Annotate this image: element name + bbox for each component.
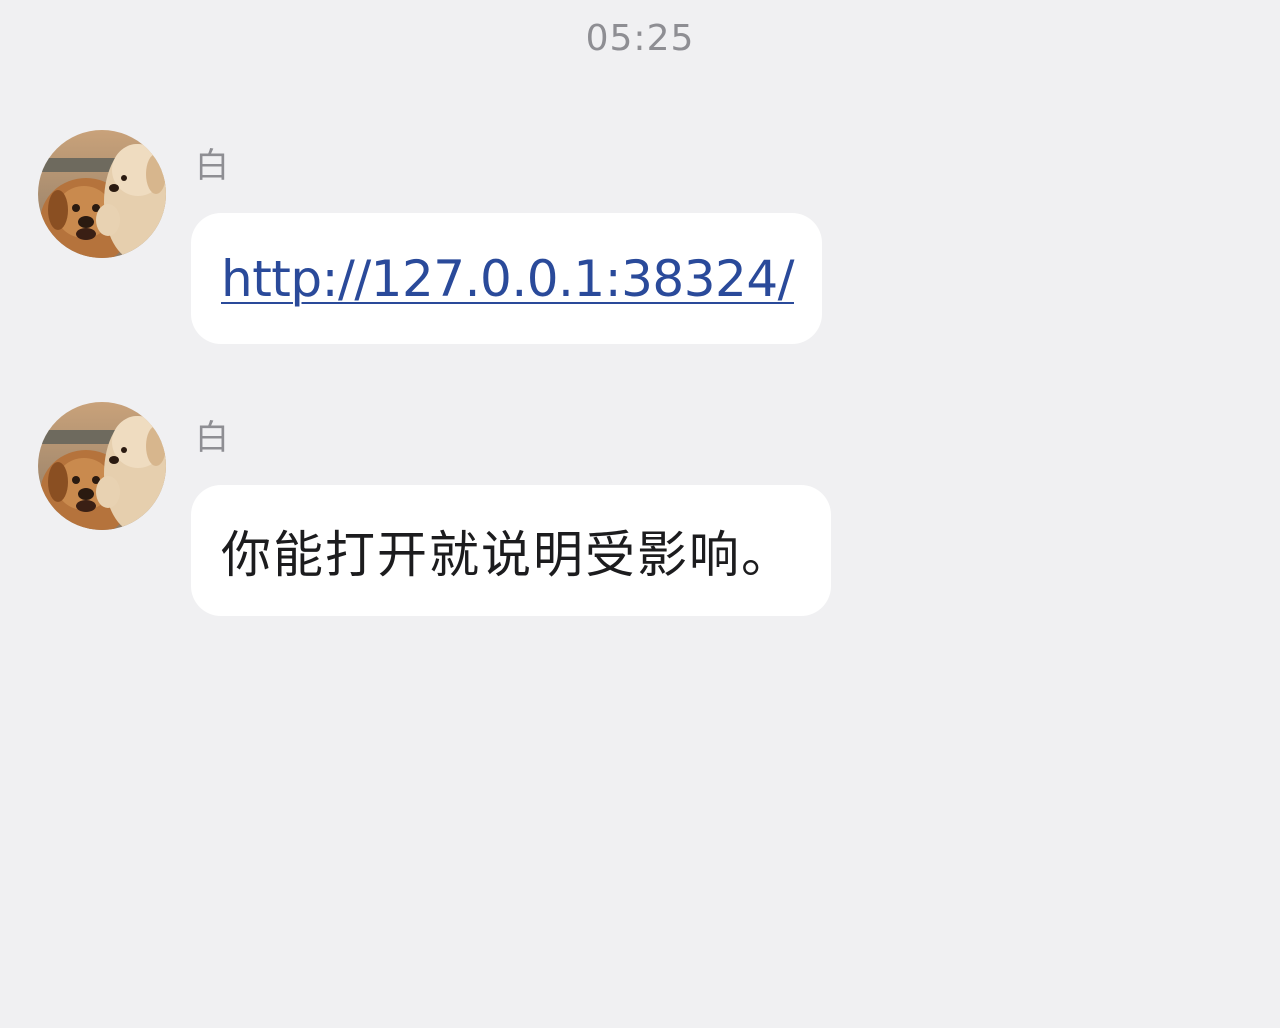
puppy-avatar-icon [38, 130, 166, 258]
sender-name: 白 [195, 418, 229, 458]
message-bubble[interactable]: 你能打开就说明受影响。 [191, 485, 831, 616]
message-timestamp: 05:25 [585, 18, 695, 59]
message-link[interactable]: http://127.0.0.1:38324/ [221, 250, 794, 308]
sender-name: 白 [195, 146, 229, 186]
sender-avatar[interactable] [38, 402, 166, 530]
message-text: 你能打开就说明受影响。 [221, 525, 793, 584]
message-bubble[interactable]: http://127.0.0.1:38324/ [191, 213, 822, 344]
sender-avatar[interactable] [38, 130, 166, 258]
puppy-avatar-icon [38, 402, 166, 530]
